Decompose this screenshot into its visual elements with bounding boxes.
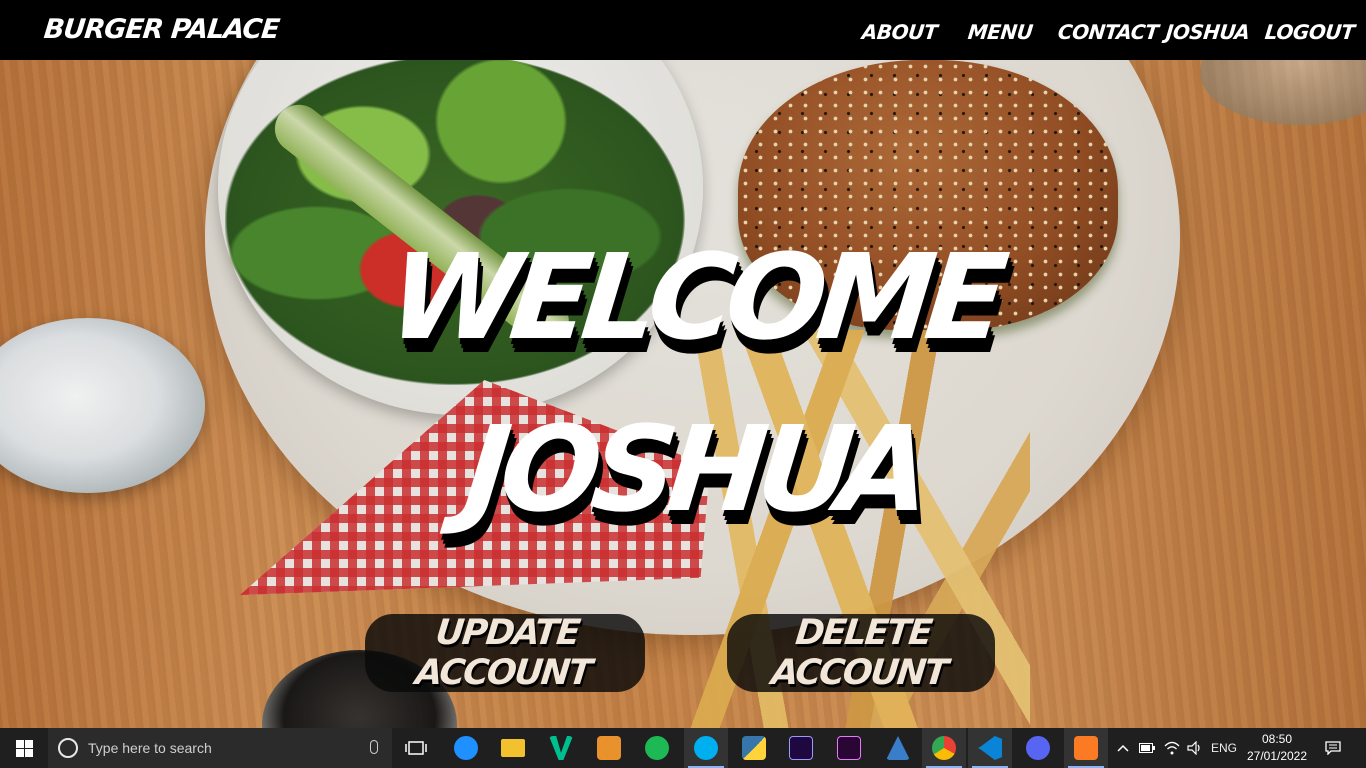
update-account-button[interactable]: UPDATE ACCOUNT — [365, 613, 645, 693]
taskbar-app-edge[interactable] — [448, 728, 484, 768]
clock-date: 27/01/2022 — [1246, 749, 1308, 763]
taskbar-app-chrome[interactable] — [922, 728, 966, 768]
update-account-label: UPDATE ACCOUNT — [413, 613, 593, 693]
taskbar-app-discord[interactable] — [1018, 728, 1058, 768]
spotify-icon — [645, 736, 669, 760]
notification-icon — [1325, 741, 1341, 755]
start-button[interactable] — [0, 728, 48, 768]
delete-account-label: DELETE ACCOUNT — [769, 613, 949, 693]
nav-link-logout[interactable]: LOGOUT — [1264, 20, 1356, 44]
taskbar-app-vscode[interactable] — [968, 728, 1012, 768]
xampp-icon — [1074, 736, 1098, 760]
delete-account-button[interactable]: DELETE ACCOUNT — [727, 613, 995, 693]
edge-icon — [454, 736, 478, 760]
taskbar-app-spotify[interactable] — [638, 728, 676, 768]
search-placeholder: Type here to search — [88, 740, 212, 756]
cortana-icon — [58, 738, 78, 758]
taskbar-search[interactable]: Type here to search — [48, 728, 392, 768]
file-explorer-icon — [501, 739, 525, 757]
hero-username-heading: JOSHUA — [458, 400, 930, 538]
brand-logo[interactable]: BURGER PALACE — [42, 14, 280, 45]
taskbar-app-premiere[interactable] — [830, 728, 868, 768]
premiere-icon — [837, 736, 861, 760]
taskbar-app-after-effects[interactable] — [782, 728, 820, 768]
task-view-button[interactable] — [398, 728, 434, 768]
nav-link-contact[interactable]: CONTACT — [1057, 20, 1160, 44]
taskbar-app-video-player[interactable] — [590, 728, 628, 768]
battery-icon — [1139, 743, 1155, 753]
chevron-up-icon — [1117, 744, 1129, 752]
taskbar-app-python[interactable] — [734, 728, 774, 768]
after-effects-icon — [789, 736, 813, 760]
wifi-icon — [1164, 741, 1180, 755]
battery-button[interactable] — [1136, 728, 1158, 768]
clock-time: 08:50 — [1261, 732, 1293, 746]
taskbar-app-file-explorer[interactable] — [494, 728, 532, 768]
nav-link-about[interactable]: ABOUT — [861, 20, 939, 44]
taskbar-app-skype[interactable] — [684, 728, 728, 768]
speaker-icon — [1187, 741, 1200, 755]
chrome-icon — [932, 736, 956, 760]
discord-icon — [1026, 736, 1050, 760]
python-icon — [742, 736, 766, 760]
windows-taskbar: Type here to search ENG 08:50 27/01/2022 — [0, 728, 1366, 768]
taskbar-clock[interactable]: 08:50 27/01/2022 — [1246, 731, 1308, 765]
action-center-button[interactable] — [1320, 728, 1346, 768]
penguin-icon — [886, 736, 910, 760]
vscode-icon — [978, 736, 1002, 760]
windows-logo-icon — [15, 739, 33, 757]
nav-link-menu[interactable]: MENU — [967, 20, 1034, 44]
vine-icon — [549, 736, 573, 760]
taskbar-app-vine[interactable] — [542, 728, 580, 768]
video-player-icon — [597, 736, 621, 760]
hero-welcome-heading: WELCOME — [382, 228, 1006, 366]
taskbar-app-penguin[interactable] — [878, 728, 918, 768]
microphone-icon[interactable] — [370, 740, 378, 754]
navbar: BURGER PALACE ABOUT MENU CONTACT JOSHUA … — [0, 0, 1366, 60]
input-language-button[interactable]: ENG — [1208, 728, 1240, 768]
volume-button[interactable] — [1184, 728, 1206, 768]
task-view-icon — [405, 741, 427, 755]
nav-link-user[interactable]: JOSHUA — [1165, 20, 1251, 44]
skype-icon — [694, 736, 718, 760]
taskbar-app-xampp[interactable] — [1064, 728, 1108, 768]
show-hidden-icons-button[interactable] — [1112, 728, 1134, 768]
network-button[interactable] — [1160, 728, 1184, 768]
